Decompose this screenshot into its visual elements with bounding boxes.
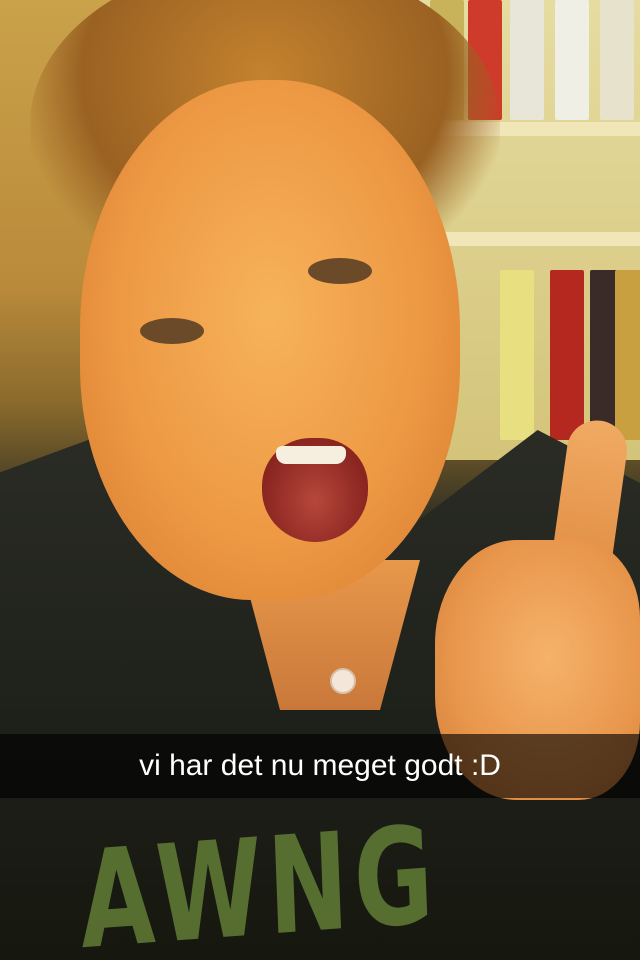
snap-viewer[interactable]: AWNG vi har det nu meget godt :D [0,0,640,960]
caption-bar: vi har det nu meget godt :D [0,734,640,798]
teeth [276,446,346,464]
selfie-photo: AWNG [0,0,640,960]
necklace-pendant [330,668,356,694]
left-eye [140,318,204,344]
shirt-print: AWNG [77,796,442,960]
face [80,80,460,600]
caption-text: vi har det nu meget godt :D [139,749,501,782]
right-eye [308,258,372,284]
